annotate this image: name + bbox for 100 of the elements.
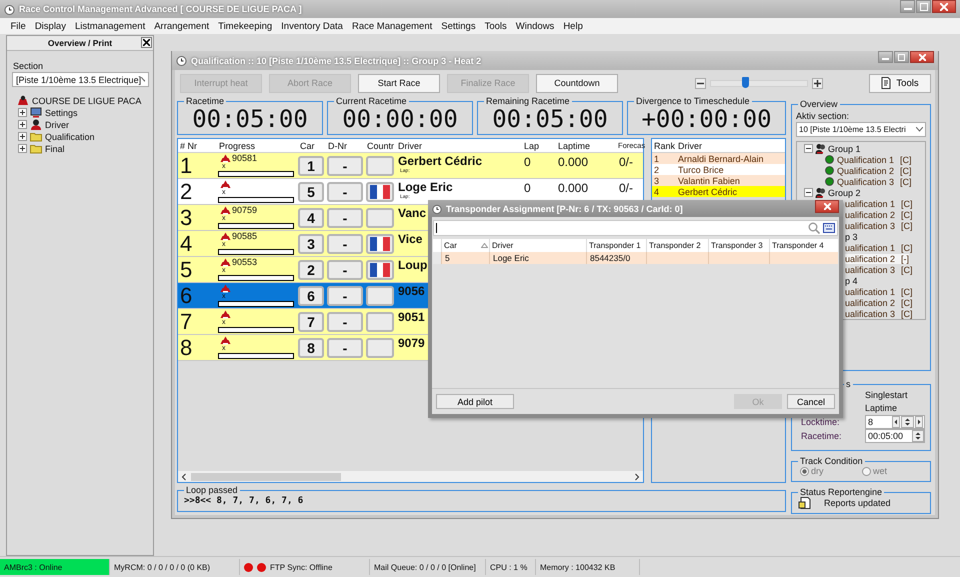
close-button[interactable] bbox=[141, 37, 152, 48]
table-row[interactable]: 2 Turco Brice bbox=[652, 164, 785, 175]
menu-item[interactable]: Timekeeping bbox=[214, 20, 277, 32]
table-row[interactable]: 1 Arnaldi Bernard-Alain bbox=[652, 153, 785, 164]
minimize-button[interactable] bbox=[900, 0, 915, 13]
tree-item[interactable]: p 4 bbox=[845, 276, 858, 286]
car-number: 1 bbox=[298, 156, 324, 176]
close-button[interactable] bbox=[932, 0, 956, 13]
section-dropdown[interactable]: 10 [Piste 1/10ème 13.5 Electri bbox=[796, 122, 926, 137]
position-number: 1 bbox=[179, 154, 194, 178]
spin-field[interactable]: 8 bbox=[865, 415, 925, 429]
column-header[interactable]: Countr bbox=[365, 140, 396, 150]
menu-item[interactable]: Arrangement bbox=[150, 20, 214, 32]
column-header[interactable]: Rank bbox=[652, 140, 676, 150]
position-number: 4 bbox=[179, 232, 194, 256]
tree-item[interactable]: ualification 3 [C] bbox=[845, 308, 913, 318]
driver-name: Gerbert Cédric bbox=[678, 186, 738, 196]
maximize-button[interactable] bbox=[894, 51, 909, 63]
column-header[interactable]: Driver bbox=[396, 140, 522, 150]
tree-item[interactable]: Group 1 bbox=[828, 144, 861, 154]
tree-item[interactable]: ualification 2 [-] bbox=[845, 254, 910, 264]
menu-item[interactable]: Windows bbox=[511, 20, 559, 32]
column-header[interactable]: Lap bbox=[522, 140, 556, 150]
menu-item[interactable]: Settings bbox=[436, 20, 480, 32]
search-field[interactable] bbox=[433, 220, 838, 236]
group-label: Racetime bbox=[185, 96, 226, 106]
tree-item[interactable]: Driver bbox=[45, 120, 69, 130]
column-header[interactable]: # Nr bbox=[178, 140, 217, 150]
computer-icon bbox=[30, 107, 42, 118]
zoom-slider[interactable] bbox=[710, 80, 808, 86]
tree-item[interactable]: Qualification 3 [C] bbox=[837, 176, 912, 186]
menu-item[interactable]: Display bbox=[30, 20, 70, 32]
driver-name: Loge Eric bbox=[398, 181, 453, 194]
group-label: Current Racetime bbox=[335, 96, 408, 106]
horizontal-scrollbar[interactable] bbox=[178, 471, 643, 482]
maximize-button[interactable] bbox=[916, 0, 931, 13]
section-dropdown[interactable]: [Piste 1/10ème 13.5 Electrique] bbox=[12, 72, 149, 87]
tree-item[interactable]: Final bbox=[45, 144, 65, 154]
tree-item[interactable]: ualification 3 [C] bbox=[845, 264, 913, 274]
column-header[interactable]: Driver bbox=[676, 140, 785, 150]
zoom-in-button[interactable] bbox=[812, 78, 823, 88]
close-button[interactable] bbox=[815, 200, 839, 213]
driver-name: Valantin Fabien bbox=[678, 176, 741, 186]
car-number: 6 bbox=[298, 286, 324, 306]
status-item: FTP Sync: Offline bbox=[240, 559, 370, 575]
column-header[interactable]: D-Nr bbox=[326, 140, 365, 150]
position-number: 2 bbox=[179, 180, 194, 204]
table-row[interactable]: 4 Gerbert Cédric bbox=[652, 186, 785, 197]
column-header[interactable]: Car bbox=[298, 140, 326, 150]
menu-item[interactable]: Listmanagement bbox=[70, 20, 150, 32]
tree-item[interactable]: p 3 bbox=[845, 232, 858, 242]
scroll-right-icon bbox=[634, 472, 640, 480]
tree-item[interactable]: ualification 3 [C] bbox=[845, 220, 913, 230]
tree-item[interactable]: ualification 1 [C] bbox=[845, 286, 913, 296]
group-label: Divergence to Timeschedule bbox=[635, 96, 751, 106]
tree-item[interactable]: Qualification bbox=[45, 132, 95, 142]
document-icon bbox=[798, 497, 812, 509]
timer-display: +00:00:00 bbox=[641, 106, 772, 132]
toolbar-button[interactable]: Start Race bbox=[358, 74, 440, 92]
driver-name: Turco Brice bbox=[678, 164, 725, 174]
tree-item[interactable]: ualification 1 [C] bbox=[845, 198, 913, 208]
group-label: Overview bbox=[799, 99, 839, 109]
lap-time: 0.000 bbox=[557, 154, 590, 169]
menu-item[interactable]: Tools bbox=[480, 20, 512, 32]
maximize-icon bbox=[898, 54, 905, 60]
tree-item[interactable]: Group 2 bbox=[828, 188, 861, 198]
position-number: 8 bbox=[179, 336, 194, 360]
zoom-out-button[interactable] bbox=[695, 78, 706, 88]
tree-item[interactable]: ualification 2 [C] bbox=[845, 298, 913, 308]
slider-thumb[interactable] bbox=[742, 76, 749, 88]
tree-item[interactable]: Qualification 1 [C] bbox=[837, 154, 912, 164]
report-message: Reports updated bbox=[824, 498, 891, 508]
spin-arrows-icon bbox=[912, 430, 924, 442]
dialog-button[interactable]: Cancel bbox=[787, 394, 835, 409]
minimize-button[interactable] bbox=[878, 51, 893, 63]
column-header[interactable]: Laptime bbox=[556, 140, 617, 150]
dialog-button[interactable]: Add pilot bbox=[436, 394, 514, 409]
transponder-number: 90581 bbox=[232, 154, 258, 163]
spin-field[interactable]: 00:05:00 bbox=[865, 429, 925, 443]
tree-item[interactable]: ualification 1 [C] bbox=[845, 242, 913, 252]
tree-item[interactable]: COURSE DE LIGUE PACA bbox=[32, 96, 142, 106]
tree-item[interactable]: ualification 2 [C] bbox=[845, 210, 913, 220]
table-row[interactable]: 5 Loge Eric 8544235/0 bbox=[433, 252, 838, 264]
menu-item[interactable]: Help bbox=[558, 20, 588, 32]
tree-item[interactable]: Qualification 2 [C] bbox=[837, 166, 912, 176]
column-header[interactable]: Progress bbox=[217, 140, 298, 150]
close-icon bbox=[918, 54, 926, 60]
people-icon bbox=[815, 143, 826, 154]
menu-item[interactable]: Race Management bbox=[347, 20, 437, 32]
menu-item[interactable]: File bbox=[6, 20, 30, 32]
car-icon bbox=[220, 258, 231, 267]
menu-item[interactable]: Inventory Data bbox=[276, 20, 348, 32]
table-row[interactable]: 3 Valantin Fabien bbox=[652, 175, 785, 186]
car-number: 5 bbox=[298, 182, 324, 202]
tree-item[interactable]: Settings bbox=[45, 108, 78, 118]
tools-button[interactable]: Tools bbox=[869, 74, 931, 92]
toolbar-button[interactable]: Countdown bbox=[536, 74, 618, 92]
scroll-left-icon bbox=[181, 472, 187, 480]
status-item: Memory : 100432 KB bbox=[536, 559, 640, 575]
close-button[interactable] bbox=[910, 51, 934, 63]
